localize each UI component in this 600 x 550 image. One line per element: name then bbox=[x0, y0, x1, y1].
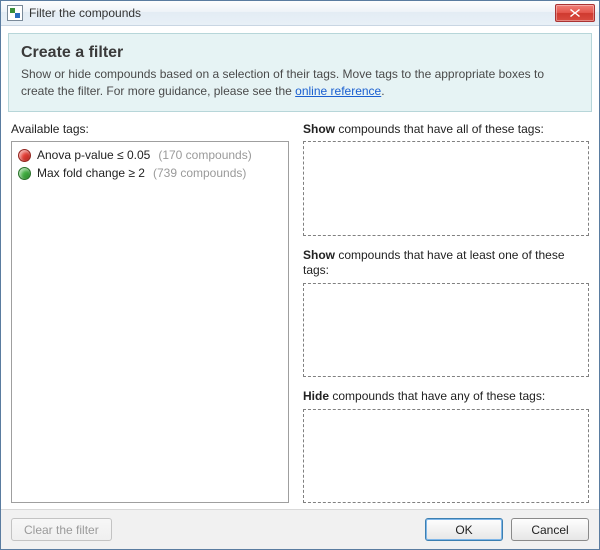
content-area: Available tags: Anova p-value ≤ 0.05 (170… bbox=[1, 112, 599, 509]
tag-item[interactable]: Max fold change ≥ 2 (739 compounds) bbox=[18, 164, 282, 182]
tag-color-icon bbox=[18, 167, 31, 180]
banner-text-part: Show or hide compounds based on a select… bbox=[21, 67, 544, 97]
ok-button[interactable]: OK bbox=[425, 518, 503, 541]
tag-count: (739 compounds) bbox=[153, 166, 246, 180]
label-bold: Show bbox=[303, 248, 335, 262]
available-tags-list[interactable]: Anova p-value ≤ 0.05 (170 compounds) Max f… bbox=[11, 141, 289, 503]
label-bold: Show bbox=[303, 122, 335, 136]
hide-dropzone[interactable] bbox=[303, 409, 589, 503]
banner-text-part: . bbox=[381, 84, 384, 98]
window-title: Filter the compounds bbox=[29, 6, 141, 20]
show-all-dropzone[interactable] bbox=[303, 141, 589, 235]
close-button[interactable] bbox=[555, 4, 595, 22]
clear-filter-button[interactable]: Clear the filter bbox=[11, 518, 112, 541]
show-all-label: Show compounds that have all of these ta… bbox=[303, 122, 589, 138]
label-bold: Hide bbox=[303, 389, 329, 403]
app-icon bbox=[7, 5, 23, 21]
hide-label: Hide compounds that have any of these ta… bbox=[303, 389, 589, 405]
close-icon bbox=[570, 9, 580, 17]
label-rest: compounds that have any of these tags: bbox=[329, 389, 545, 403]
label-rest: compounds that have at least one of thes… bbox=[303, 248, 565, 278]
info-banner: Create a filter Show or hide compounds b… bbox=[8, 33, 592, 111]
online-reference-link[interactable]: online reference bbox=[295, 84, 381, 98]
label-rest: compounds that have all of these tags: bbox=[335, 122, 544, 136]
show-any-dropzone[interactable] bbox=[303, 283, 589, 377]
dialog-footer: Clear the filter OK Cancel bbox=[1, 509, 599, 549]
available-column: Available tags: Anova p-value ≤ 0.05 (170… bbox=[11, 122, 289, 503]
available-tags-label: Available tags: bbox=[11, 122, 289, 138]
tag-count: (170 compounds) bbox=[158, 148, 251, 162]
dialog-window: Filter the compounds Create a filter Sho… bbox=[0, 0, 600, 550]
tag-color-icon bbox=[18, 149, 31, 162]
show-any-label: Show compounds that have at least one of… bbox=[303, 248, 589, 279]
target-column: Show compounds that have all of these ta… bbox=[303, 122, 589, 503]
banner-text: Show or hide compounds based on a select… bbox=[21, 66, 579, 98]
banner-heading: Create a filter bbox=[21, 44, 579, 62]
tag-name: Max fold change ≥ 2 bbox=[37, 166, 145, 180]
titlebar[interactable]: Filter the compounds bbox=[1, 1, 599, 26]
tag-name: Anova p-value ≤ 0.05 bbox=[37, 148, 150, 162]
cancel-button[interactable]: Cancel bbox=[511, 518, 589, 541]
tag-item[interactable]: Anova p-value ≤ 0.05 (170 compounds) bbox=[18, 146, 282, 164]
